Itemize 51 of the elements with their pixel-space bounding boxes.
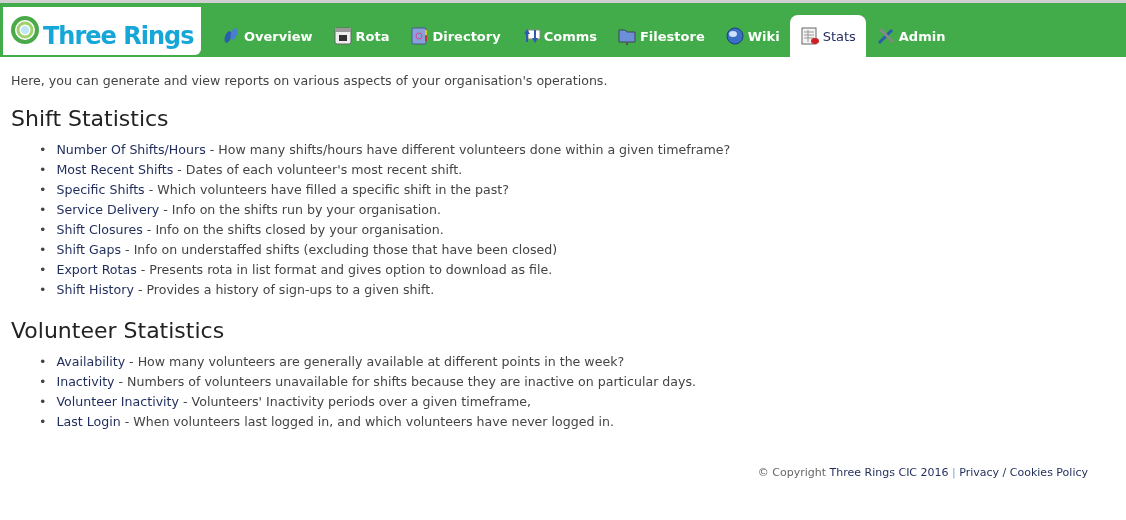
- report-list-item: Shift Closures - Info on the shifts closed by your organisation.: [56, 222, 444, 238]
- logo-text: Three Rings: [43, 22, 194, 50]
- report-link[interactable]: Last Login: [56, 414, 121, 429]
- report-link[interactable]: Number Of Shifts/Hours: [56, 142, 206, 157]
- report-link[interactable]: Availability: [56, 354, 126, 369]
- report-link[interactable]: Specific Shifts: [56, 182, 145, 197]
- privacy-link[interactable]: Privacy / Cookies Policy: [959, 466, 1088, 479]
- report-list-item: Availability - How many volunteers are generally available at different points in the week?: [56, 354, 625, 370]
- list-bullet: •: [39, 282, 47, 298]
- report-list-item: Most Recent Shifts - Dates of each volunteer's most recent shift.: [56, 162, 463, 178]
- list-bullet: •: [39, 142, 47, 158]
- report-list-item: Volunteer Inactivity - Volunteers' Inactivity periods over a given timeframe,: [56, 394, 532, 410]
- list-bullet: •: [39, 162, 47, 178]
- report-link[interactable]: Export Rotas: [56, 262, 137, 277]
- intro-text: Here, you can generate and view reports on various aspects of your organisation's operations.: [11, 73, 609, 88]
- report-list-item: Number Of Shifts/Hours - How many shifts/hours have different volunteers done within a given timeframe?: [56, 142, 731, 158]
- list-bullet: •: [39, 262, 47, 278]
- globe-icon: [724, 26, 745, 46]
- address-book-icon: [409, 26, 430, 46]
- report-link[interactable]: Shift Closures: [56, 222, 143, 237]
- section-heading: Volunteer Statistics: [11, 318, 226, 343]
- report-link[interactable]: Volunteer Inactivity: [56, 394, 179, 409]
- report-link[interactable]: Most Recent Shifts: [56, 162, 174, 177]
- report-list-item: Inactivity - Numbers of volunteers unavailable for shifts because they are inactive on particular days.: [56, 374, 697, 390]
- report-list-item: Shift History - Provides a history of sign-ups to a given shift.: [56, 282, 435, 298]
- spreadsheet-icon: [799, 26, 820, 46]
- list-bullet: •: [39, 374, 47, 390]
- report-list-item: Service Delivery - Info on the shifts run by your organisation.: [56, 202, 441, 218]
- report-link[interactable]: Inactivity: [56, 374, 115, 389]
- list-bullet: •: [39, 394, 47, 410]
- report-list-item: Shift Gaps - Info on understaffed shifts (excluding those that have been closed): [56, 242, 558, 258]
- footer-text: © Copyright Three Rings CIC 2016 | Privacy / Cookies Policy: [756, 466, 1088, 479]
- report-link[interactable]: Shift Gaps: [56, 242, 122, 257]
- rings-logo-icon: [11, 16, 41, 46]
- list-bullet: •: [39, 242, 47, 258]
- tools-icon: [875, 26, 896, 46]
- company-link[interactable]: Three Rings CIC 2016: [829, 466, 949, 479]
- report-link[interactable]: Service Delivery: [56, 202, 160, 217]
- list-bullet: •: [39, 414, 47, 430]
- list-bullet: •: [39, 182, 47, 198]
- calendar-icon: [332, 26, 353, 46]
- section-heading: Shift Statistics: [11, 106, 170, 131]
- folder-icon: [617, 26, 637, 46]
- nav-tab[interactable]: Stats: [789, 15, 866, 57]
- report-list-item: Export Rotas - Presents rota in list format and gives option to download as file.: [56, 262, 553, 278]
- report-list-item: Last Login - When volunteers last logged in, and which volunteers have never logged in.: [56, 414, 614, 430]
- list-bullet: •: [39, 202, 47, 218]
- list-bullet: •: [39, 222, 47, 238]
- list-bullet: •: [39, 354, 47, 370]
- report-list-item: Specific Shifts - Which volunteers have filled a specific shift in the past?: [56, 182, 509, 198]
- report-link[interactable]: Shift History: [56, 282, 134, 297]
